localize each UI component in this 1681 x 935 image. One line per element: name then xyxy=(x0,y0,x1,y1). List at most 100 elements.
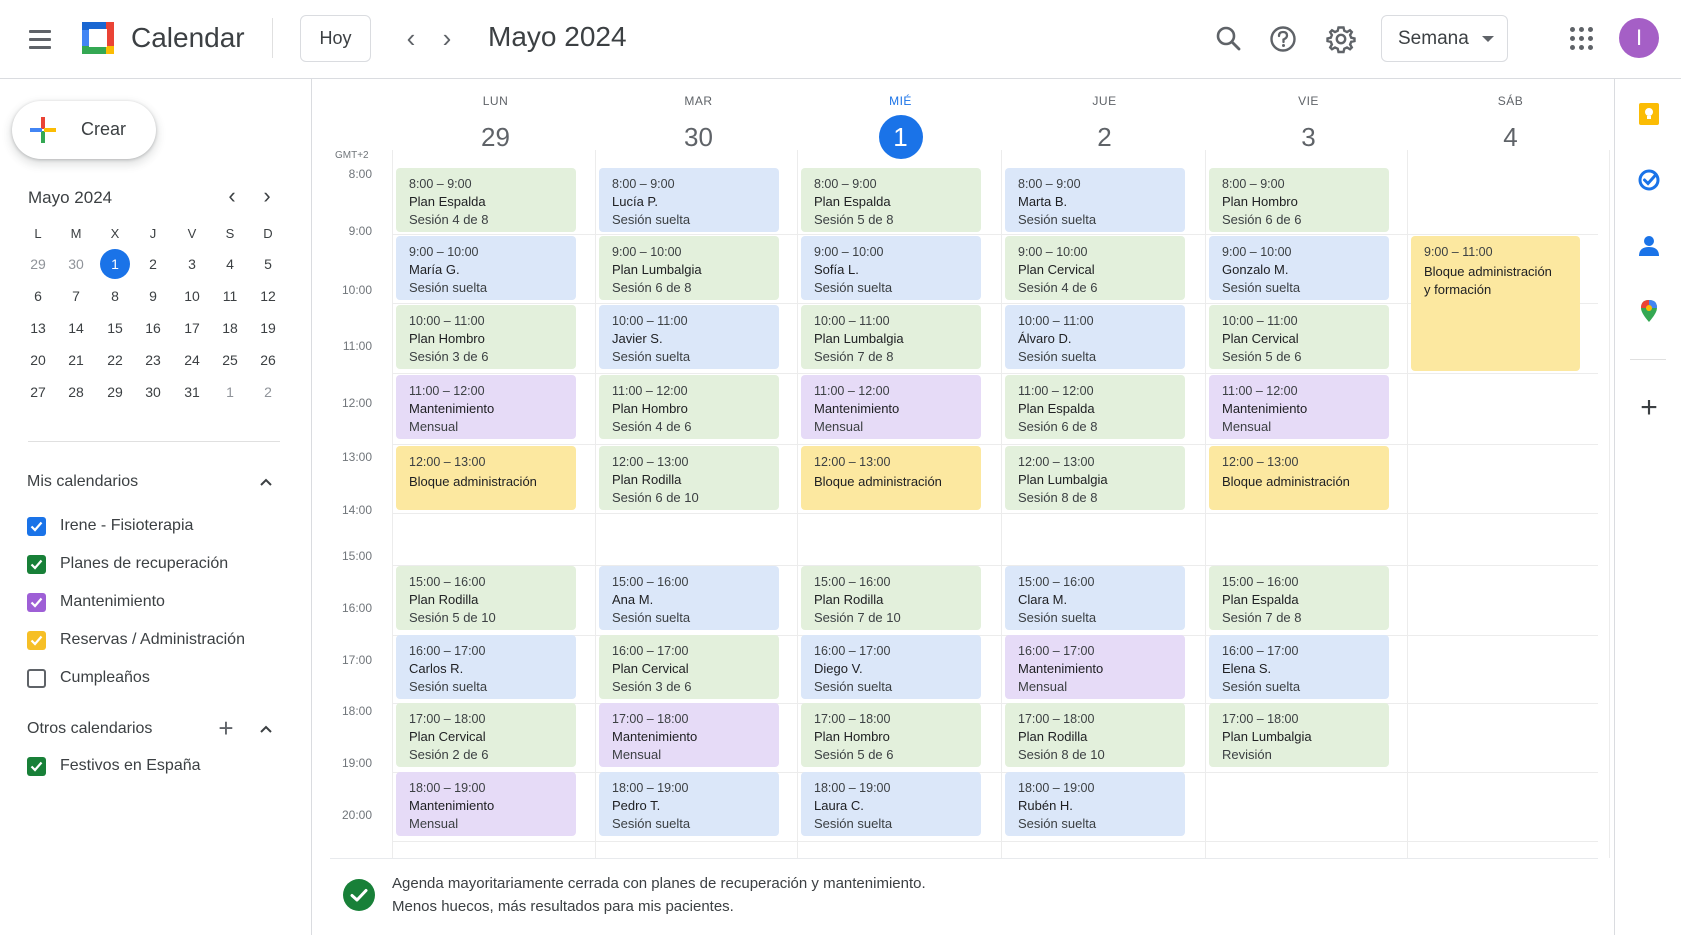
mini-calendar-day[interactable]: 13 xyxy=(23,313,53,343)
calendar-event[interactable]: 16:00 – 17:00 Carlos R. Sesión suelta xyxy=(396,635,576,699)
mini-calendar-day[interactable]: 20 xyxy=(23,345,53,375)
chevron-right-icon[interactable]: › xyxy=(255,184,279,210)
calendar-checkbox[interactable] xyxy=(27,517,46,536)
search-icon[interactable] xyxy=(1210,20,1248,58)
gear-icon[interactable] xyxy=(1322,20,1360,58)
mini-calendar-day[interactable]: 2 xyxy=(138,249,168,279)
calendar-item[interactable]: Festivos en España xyxy=(27,755,277,779)
calendar-checkbox[interactable] xyxy=(27,555,46,574)
mini-calendar-day[interactable]: 8 xyxy=(100,281,130,311)
calendar-item[interactable]: Mantenimiento xyxy=(27,591,277,615)
mini-calendar-day[interactable]: 22 xyxy=(100,345,130,375)
calendar-event[interactable]: 10:00 – 11:00 Plan Lumbalgia Sesión 7 de 8 xyxy=(801,305,981,369)
calendar-event[interactable]: 12:00 – 13:00 Bloque administración xyxy=(396,446,576,510)
mini-calendar-day[interactable]: 24 xyxy=(177,345,207,375)
calendar-event[interactable]: 15:00 – 16:00 Clara M. Sesión suelta xyxy=(1005,566,1185,630)
calendar-event[interactable]: 9:00 – 10:00 Plan Lumbalgia Sesión 6 de 8 xyxy=(599,236,779,300)
calendar-event[interactable]: 15:00 – 16:00 Plan Rodilla Sesión 5 de 10 xyxy=(396,566,576,630)
mini-calendar-day[interactable]: 18 xyxy=(215,313,245,343)
calendar-event[interactable]: 11:00 – 12:00 Mantenimiento Mensual xyxy=(396,375,576,439)
calendar-checkbox[interactable] xyxy=(27,631,46,650)
day-header[interactable]: SÁB 4 xyxy=(1416,94,1606,159)
chevron-left-icon[interactable]: ‹ xyxy=(397,24,425,54)
day-header[interactable]: VIE 3 xyxy=(1214,94,1404,159)
create-button[interactable]: Crear xyxy=(12,101,156,159)
calendar-event[interactable]: 16:00 – 17:00 Elena S. Sesión suelta xyxy=(1209,635,1389,699)
calendar-event[interactable]: 9:00 – 10:00 Sofía L. Sesión suelta xyxy=(801,236,981,300)
calendar-event[interactable]: 9:00 – 10:00 Gonzalo M. Sesión suelta xyxy=(1209,236,1389,300)
today-button[interactable]: Hoy xyxy=(300,15,371,62)
day-number[interactable]: 4 xyxy=(1489,115,1533,159)
calendar-event[interactable]: 12:00 – 13:00 Plan Rodilla Sesión 6 de 10 xyxy=(599,446,779,510)
calendar-event[interactable]: 15:00 – 16:00 Ana M. Sesión suelta xyxy=(599,566,779,630)
add-calendar-icon[interactable]: + xyxy=(215,715,237,741)
mini-calendar-day[interactable]: 28 xyxy=(61,377,91,407)
day-header[interactable]: LUN 29 xyxy=(401,94,591,159)
calendar-event[interactable]: 17:00 – 18:00 Mantenimiento Mensual xyxy=(599,703,779,767)
calendar-event[interactable]: 11:00 – 12:00 Plan Espalda Sesión 6 de 8 xyxy=(1005,375,1185,439)
mini-calendar-day[interactable]: 2 xyxy=(253,377,283,407)
mini-calendar-day[interactable]: 21 xyxy=(61,345,91,375)
calendar-logo-icon[interactable] xyxy=(80,20,116,56)
add-addon-icon[interactable]: + xyxy=(1636,393,1662,423)
day-header[interactable]: MAR 30 xyxy=(604,94,794,159)
mini-calendar-day[interactable]: 17 xyxy=(177,313,207,343)
mini-calendar-day[interactable]: 15 xyxy=(100,313,130,343)
calendar-event[interactable]: 16:00 – 17:00 Diego V. Sesión suelta xyxy=(801,635,981,699)
calendar-item[interactable]: Cumpleaños xyxy=(27,667,277,691)
mini-calendar-day[interactable]: 5 xyxy=(253,249,283,279)
mini-calendar-day[interactable]: 19 xyxy=(253,313,283,343)
mini-calendar-day[interactable]: 4 xyxy=(215,249,245,279)
calendar-event[interactable]: 18:00 – 19:00 Laura C. Sesión suelta xyxy=(801,772,981,836)
mini-calendar-day[interactable]: 31 xyxy=(177,377,207,407)
mini-calendar-day[interactable]: 1 xyxy=(215,377,245,407)
calendar-event[interactable]: 18:00 – 19:00 Rubén H. Sesión suelta xyxy=(1005,772,1185,836)
avatar[interactable]: I xyxy=(1619,18,1659,58)
calendar-event[interactable]: 9:00 – 10:00 Plan Cervical Sesión 4 de 6 xyxy=(1005,236,1185,300)
mini-calendar-day[interactable]: 14 xyxy=(61,313,91,343)
mini-calendar-day[interactable]: 12 xyxy=(253,281,283,311)
apps-grid-icon[interactable] xyxy=(1568,25,1596,53)
mini-calendar-day[interactable]: 25 xyxy=(215,345,245,375)
chevron-left-icon[interactable]: ‹ xyxy=(220,184,244,210)
view-selector[interactable]: Semana xyxy=(1381,15,1508,62)
calendar-item[interactable]: Irene - Fisioterapia xyxy=(27,515,277,539)
mini-calendar-day[interactable]: 29 xyxy=(23,249,53,279)
calendar-event[interactable]: 15:00 – 16:00 Plan Rodilla Sesión 7 de 10 xyxy=(801,566,981,630)
mini-calendar-day[interactable]: 29 xyxy=(100,377,130,407)
calendar-event[interactable]: 10:00 – 11:00 Álvaro D. Sesión suelta xyxy=(1005,305,1185,369)
mini-calendar-day[interactable]: 1 xyxy=(100,249,130,279)
day-number[interactable]: 3 xyxy=(1287,115,1331,159)
calendar-event[interactable]: 8:00 – 9:00 Marta B. Sesión suelta xyxy=(1005,168,1185,232)
calendar-item[interactable]: Reservas / Administración xyxy=(27,629,277,653)
chevron-right-icon[interactable]: › xyxy=(433,24,461,54)
calendar-event[interactable]: 11:00 – 12:00 Plan Hombro Sesión 4 de 6 xyxy=(599,375,779,439)
calendar-event[interactable]: 18:00 – 19:00 Pedro T. Sesión suelta xyxy=(599,772,779,836)
calendar-event[interactable]: 11:00 – 12:00 Mantenimiento Mensual xyxy=(801,375,981,439)
other-calendars-title[interactable]: Otros calendarios xyxy=(27,720,152,738)
calendar-event[interactable]: 10:00 – 11:00 Plan Hombro Sesión 3 de 6 xyxy=(396,305,576,369)
menu-icon[interactable] xyxy=(24,25,56,53)
day-number[interactable]: 1 xyxy=(878,115,923,159)
chevron-up-icon[interactable] xyxy=(256,719,276,739)
calendar-event[interactable]: 10:00 – 11:00 Javier S. Sesión suelta xyxy=(599,305,779,369)
calendar-item[interactable]: Planes de recuperación xyxy=(27,553,277,577)
mini-calendar-day[interactable]: 23 xyxy=(138,345,168,375)
calendar-event[interactable]: 11:00 – 12:00 Mantenimiento Mensual xyxy=(1209,375,1389,439)
calendar-event[interactable]: 17:00 – 18:00 Plan Hombro Sesión 5 de 6 xyxy=(801,703,981,767)
calendar-event[interactable]: 9:00 – 11:00 Bloque administración y form… xyxy=(1411,236,1580,371)
calendar-event[interactable]: 12:00 – 13:00 Bloque administración xyxy=(801,446,981,510)
mini-calendar-day[interactable]: 30 xyxy=(138,377,168,407)
day-header[interactable]: JUE 2 xyxy=(1010,94,1200,159)
chevron-up-icon[interactable] xyxy=(256,472,276,492)
my-calendars-title[interactable]: Mis calendarios xyxy=(27,473,138,491)
mini-calendar-day[interactable]: 10 xyxy=(177,281,207,311)
calendar-event[interactable]: 12:00 – 13:00 Plan Lumbalgia Sesión 8 de 8 xyxy=(1005,446,1185,510)
calendar-checkbox[interactable] xyxy=(27,757,46,776)
calendar-event[interactable]: 16:00 – 17:00 Plan Cervical Sesión 3 de 6 xyxy=(599,635,779,699)
contacts-icon[interactable] xyxy=(1636,233,1662,259)
calendar-checkbox[interactable] xyxy=(27,593,46,612)
calendar-event[interactable]: 15:00 – 16:00 Plan Espalda Sesión 7 de 8 xyxy=(1209,566,1389,630)
keep-icon[interactable] xyxy=(1636,101,1662,127)
calendar-event[interactable]: 17:00 – 18:00 Plan Lumbalgia Revisión xyxy=(1209,703,1389,767)
